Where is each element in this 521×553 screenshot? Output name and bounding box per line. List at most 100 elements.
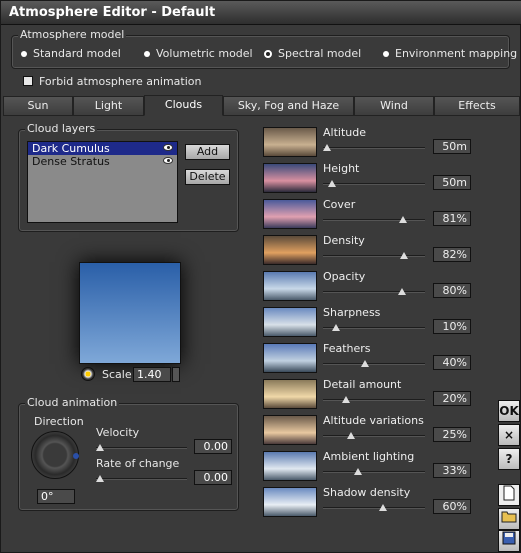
delete-layer-button[interactable]: Delete — [185, 169, 230, 185]
forbid-animation-label: Forbid atmosphere animation — [39, 75, 202, 88]
save-disk-icon[interactable] — [498, 530, 520, 552]
visibility-eye-icon[interactable] — [163, 157, 173, 164]
param-label: Opacity — [323, 270, 366, 283]
radio-environment-mapping[interactable]: Environment mapping — [383, 47, 517, 60]
param-thumbnail — [263, 343, 317, 373]
radio-volumetric-model[interactable]: Volumetric model — [144, 47, 253, 60]
radio-label: Volumetric model — [156, 47, 253, 60]
param-label: Shadow density — [323, 486, 411, 499]
param-slider-knob[interactable] — [354, 468, 362, 475]
forbid-animation-checkbox[interactable] — [23, 76, 33, 86]
cancel-button[interactable]: × — [498, 424, 520, 446]
param-thumbnail — [263, 487, 317, 517]
help-button[interactable]: ? — [498, 448, 520, 470]
param-thumbnail — [263, 235, 317, 265]
param-slider-knob[interactable] — [399, 216, 407, 223]
cloud-animation-legend: Cloud animation — [25, 396, 120, 409]
scale-input[interactable]: 1.40 — [133, 367, 171, 382]
tab-light[interactable]: Light — [73, 96, 144, 116]
tab-sun[interactable]: Sun — [3, 96, 73, 116]
tab-wind[interactable]: Wind — [354, 96, 434, 116]
param-value-input[interactable]: 20% — [433, 391, 471, 406]
param-slider-knob[interactable] — [332, 324, 340, 331]
param-slider-knob[interactable] — [342, 396, 350, 403]
param-slider-knob[interactable] — [379, 504, 387, 511]
radio-label: Spectral model — [278, 47, 362, 60]
direction-dial[interactable] — [31, 431, 79, 479]
param-thumbnail — [263, 127, 317, 157]
param-label: Feathers — [323, 342, 371, 355]
zoom-icon[interactable] — [81, 367, 95, 381]
param-value-input[interactable]: 80% — [433, 283, 471, 298]
param-value-input[interactable]: 33% — [433, 463, 471, 478]
tab-clouds[interactable]: Clouds — [144, 95, 223, 116]
param-value-input[interactable]: 81% — [433, 211, 471, 226]
param-value-input[interactable]: 10% — [433, 319, 471, 334]
param-slider-knob[interactable] — [347, 432, 355, 439]
param-label: Sharpness — [323, 306, 381, 319]
ok-button[interactable]: OK — [498, 400, 520, 422]
param-value-input[interactable]: 60% — [433, 499, 471, 514]
velocity-slider-track[interactable] — [96, 447, 187, 449]
new-document-icon[interactable] — [498, 484, 520, 506]
tab-effects[interactable]: Effects — [434, 96, 520, 116]
param-slider-knob[interactable] — [398, 288, 406, 295]
param-thumbnail — [263, 415, 317, 445]
param-slider-track[interactable] — [323, 147, 425, 149]
list-item-dense-stratus[interactable]: Dense Stratus — [28, 155, 177, 168]
add-layer-button[interactable]: Add — [185, 144, 230, 160]
param-label: Cover — [323, 198, 356, 211]
param-slider-knob[interactable] — [328, 180, 336, 187]
rate-of-change-slider-track[interactable] — [96, 478, 187, 480]
param-thumbnail — [263, 271, 317, 301]
param-slider-knob[interactable] — [323, 144, 331, 151]
param-thumbnail — [263, 307, 317, 337]
param-slider-track[interactable] — [323, 363, 425, 365]
param-thumbnail — [263, 451, 317, 481]
param-thumbnail — [263, 199, 317, 229]
radio-indicator — [144, 50, 150, 57]
param-value-input[interactable]: 50m — [433, 175, 471, 190]
param-slider-track[interactable] — [323, 435, 425, 437]
velocity-slider-knob[interactable] — [96, 444, 104, 451]
rate-of-change-input[interactable]: 0.00 — [194, 470, 232, 485]
radio-spectral-model[interactable]: Spectral model — [264, 47, 361, 60]
cloud-layers-list[interactable]: Dark Cumulus Dense Stratus — [27, 141, 178, 223]
param-slider-knob[interactable] — [400, 252, 408, 259]
param-slider-track[interactable] — [323, 399, 425, 401]
rate-of-change-slider-knob[interactable] — [96, 475, 104, 482]
scale-stepper[interactable] — [172, 367, 180, 382]
velocity-input[interactable]: 0.00 — [194, 439, 232, 454]
param-value-input[interactable]: 25% — [433, 427, 471, 442]
param-value-input[interactable]: 82% — [433, 247, 471, 262]
direction-dial-marker — [73, 453, 79, 459]
param-thumbnail — [263, 379, 317, 409]
cloud-preview-image — [79, 262, 181, 364]
param-label: Height — [323, 162, 360, 175]
radio-indicator — [21, 50, 27, 57]
atmosphere-model-legend: Atmosphere model — [18, 28, 127, 41]
param-slider-track[interactable] — [323, 291, 425, 293]
param-slider-track[interactable] — [323, 255, 425, 257]
param-value-input[interactable]: 50m — [433, 139, 471, 154]
cloud-layers-legend: Cloud layers — [25, 122, 98, 135]
param-slider-track[interactable] — [323, 471, 425, 473]
atmosphere-editor-window: Atmosphere Editor - Default Atmosphere m… — [0, 0, 521, 553]
visibility-eye-icon[interactable] — [163, 144, 173, 151]
param-label: Altitude variations — [323, 414, 424, 427]
param-slider-knob[interactable] — [361, 360, 369, 367]
tab-sky-fog-haze[interactable]: Sky, Fog and Haze — [223, 96, 354, 116]
param-value-input[interactable]: 40% — [433, 355, 471, 370]
param-thumbnail — [263, 163, 317, 193]
list-item-dark-cumulus[interactable]: Dark Cumulus — [28, 142, 177, 155]
list-item-label: Dark Cumulus — [32, 142, 110, 155]
tab-bar: Sun Light Clouds Sky, Fog and Haze Wind … — [3, 95, 520, 116]
radio-standard-model[interactable]: Standard model — [21, 47, 121, 60]
rate-of-change-label: Rate of change — [96, 457, 180, 470]
radio-indicator — [383, 50, 389, 57]
param-slider-track[interactable] — [323, 507, 425, 509]
param-slider-track[interactable] — [323, 219, 425, 221]
param-slider-track[interactable] — [323, 183, 425, 185]
open-folder-icon[interactable] — [498, 508, 520, 530]
direction-input[interactable]: 0° — [37, 489, 75, 504]
